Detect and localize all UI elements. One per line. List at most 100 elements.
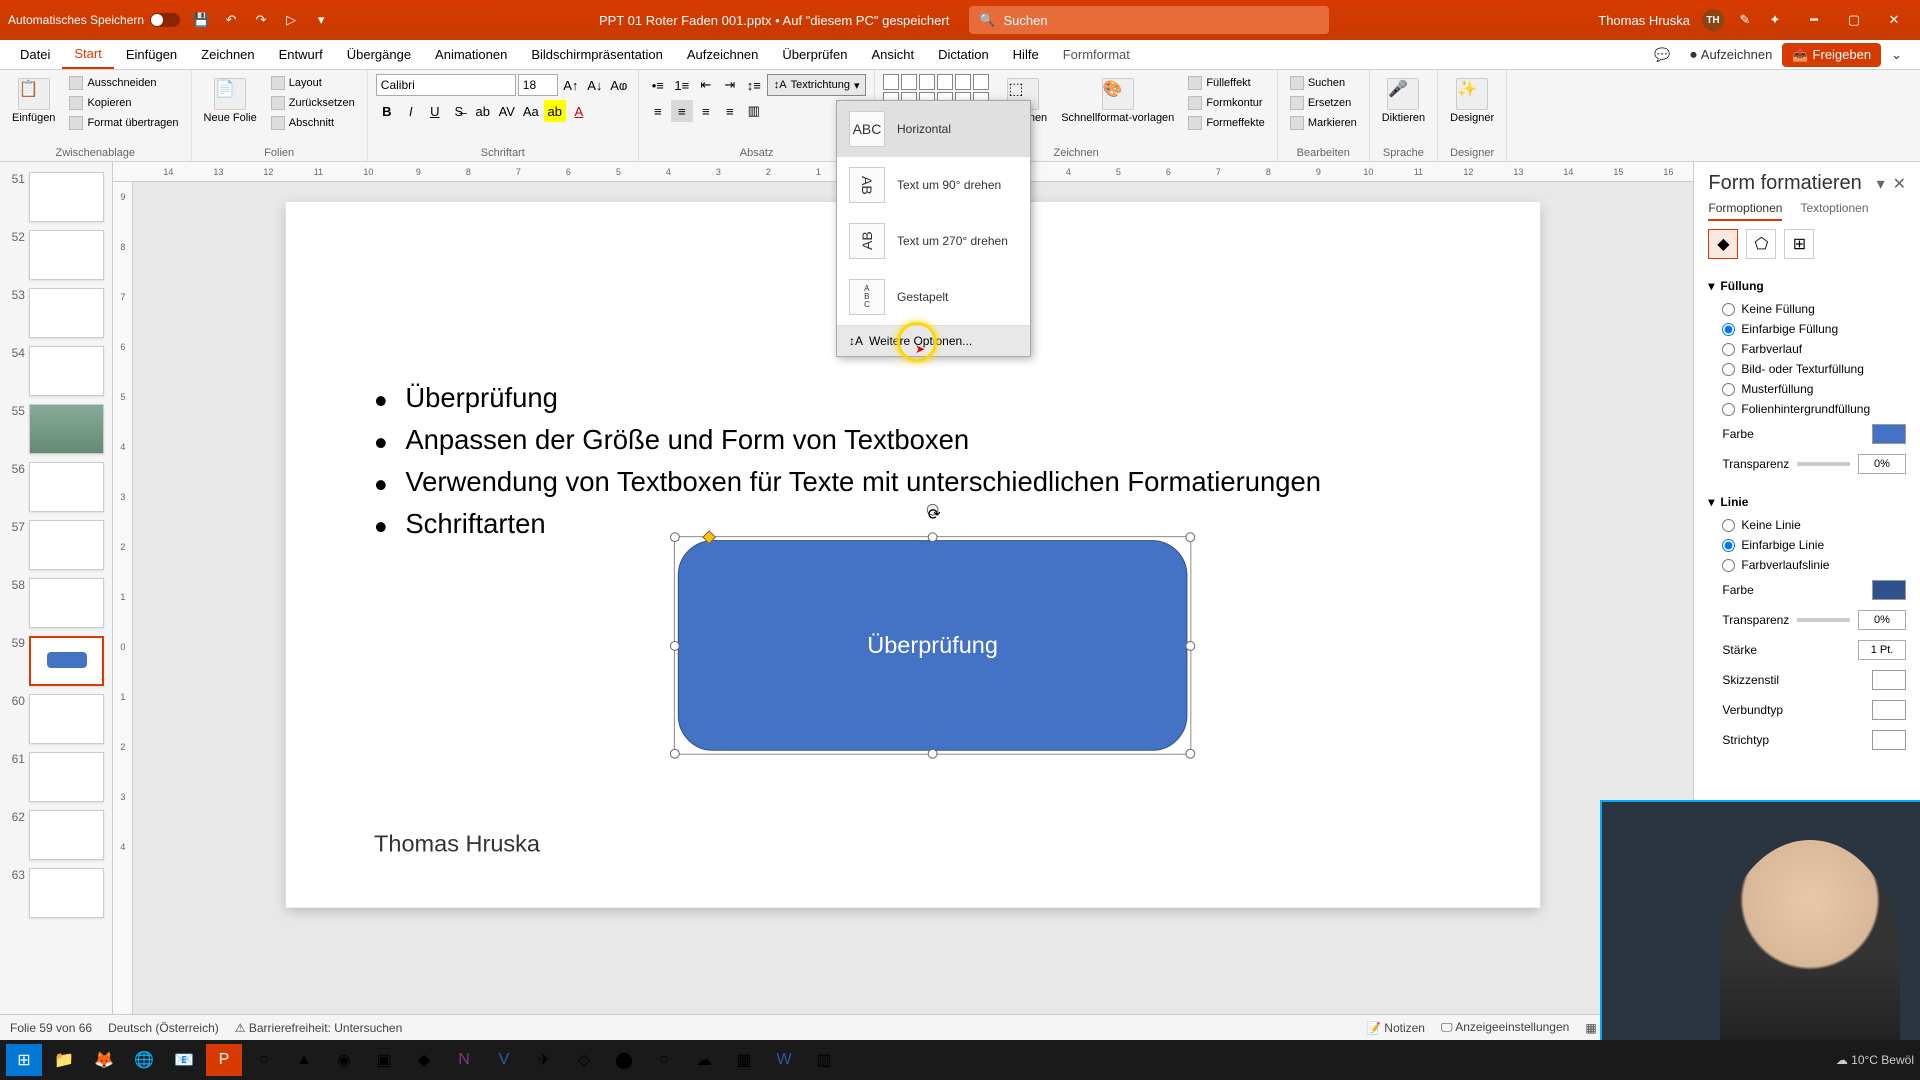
fill-pattern-radio[interactable]: Musterfüllung <box>1708 379 1906 399</box>
tab-formformat[interactable]: Formformat <box>1051 40 1142 69</box>
paste-button[interactable]: 📋Einfügen <box>8 74 59 128</box>
shrink-font-icon[interactable]: A↓ <box>584 74 606 96</box>
line-gradient-radio[interactable]: Farbverlaufslinie <box>1708 555 1906 575</box>
save-icon[interactable]: 💾 <box>192 11 210 29</box>
rounded-rectangle-shape[interactable]: Überprüfung <box>678 540 1188 751</box>
close-button[interactable]: ✕ <box>1876 6 1912 34</box>
compound-type-picker[interactable] <box>1872 700 1906 720</box>
ribbon-collapse-icon[interactable]: ⌄ <box>1881 43 1912 67</box>
fill-transparency-slider[interactable] <box>1797 462 1850 466</box>
display-settings-button[interactable]: 🖵 Anzeigeeinstellungen <box>1441 1020 1569 1035</box>
tab-zeichnen[interactable]: Zeichnen <box>189 40 266 69</box>
fill-slidebg-radio[interactable]: Folienhintergrundfüllung <box>1708 399 1906 419</box>
thumb-56[interactable] <box>29 462 104 512</box>
find-button[interactable]: Suchen <box>1286 74 1361 92</box>
search-input[interactable]: 🔍 Suchen <box>969 6 1329 34</box>
share-button[interactable]: 📤 Freigeben <box>1782 43 1881 67</box>
tab-dictation[interactable]: Dictation <box>926 40 1001 69</box>
vlc-icon[interactable]: ▲ <box>286 1044 322 1076</box>
word-icon[interactable]: W <box>766 1044 802 1076</box>
obs-icon[interactable]: ⬤ <box>606 1044 642 1076</box>
format-painter-button[interactable]: Format übertragen <box>65 114 182 132</box>
new-slide-button[interactable]: 📄Neue Folie <box>200 74 261 128</box>
line-spacing-button[interactable]: ↕≡ <box>743 74 765 96</box>
tab-datei[interactable]: Datei <box>8 40 62 69</box>
pane-close-icon[interactable]: ✕ <box>1893 174 1906 194</box>
outlook-icon[interactable]: 📧 <box>166 1044 202 1076</box>
qat-more-icon[interactable]: ▾ <box>312 11 330 29</box>
thumb-60[interactable] <box>29 694 104 744</box>
slide-counter[interactable]: Folie 59 von 66 <box>10 1021 92 1035</box>
fill-gradient-radio[interactable]: Farbverlauf <box>1708 339 1906 359</box>
numbering-button[interactable]: 1≡ <box>671 74 693 96</box>
section-button[interactable]: Abschnitt <box>267 114 359 132</box>
text-direction-button[interactable]: ↕A Textrichtung ▾ <box>767 74 867 96</box>
app-icon[interactable]: ○ <box>246 1044 282 1076</box>
textdir-more-options[interactable]: ↕A Weitere Optionen... ➤ <box>837 325 1030 356</box>
handle-bottom-right[interactable] <box>1186 749 1196 759</box>
tab-uebergaenge[interactable]: Übergänge <box>335 40 423 69</box>
line-solid-radio[interactable]: Einfarbige Linie <box>1708 535 1906 555</box>
textdir-horizontal[interactable]: ABC Horizontal <box>837 101 1030 157</box>
bullets-button[interactable]: •≡ <box>647 74 669 96</box>
thumb-58[interactable] <box>29 578 104 628</box>
visio-icon[interactable]: V <box>486 1044 522 1076</box>
justify-button[interactable]: ≡ <box>719 100 741 122</box>
line-transparency-input[interactable] <box>1858 610 1906 630</box>
pen-icon[interactable]: ✎ <box>1736 11 1754 29</box>
char-spacing-button[interactable]: AV <box>496 100 518 122</box>
app-icon-8[interactable]: ▦ <box>726 1044 762 1076</box>
cut-button[interactable]: Ausschneiden <box>65 74 182 92</box>
quick-styles-button[interactable]: 🎨Schnellformat-vorlagen <box>1057 74 1178 128</box>
record-button[interactable]: ⏺ Aufzeichnen <box>1680 43 1782 67</box>
language-indicator[interactable]: Deutsch (Österreich) <box>108 1021 219 1035</box>
fill-solid-radio[interactable]: Einfarbige Füllung <box>1708 319 1906 339</box>
app-icon-2[interactable]: ◉ <box>326 1044 362 1076</box>
firefox-icon[interactable]: 🦊 <box>86 1044 122 1076</box>
user-name[interactable]: Thomas Hruska <box>1598 13 1690 28</box>
handle-bottom-left[interactable] <box>670 749 680 759</box>
thumb-55[interactable] <box>29 404 104 454</box>
shape-fill-button[interactable]: Fülleffekt <box>1184 74 1269 92</box>
file-explorer-icon[interactable]: 📁 <box>46 1044 82 1076</box>
fill-line-icon[interactable]: ◆ <box>1708 229 1738 259</box>
line-width-input[interactable] <box>1858 640 1906 660</box>
align-left-button[interactable]: ≡ <box>647 100 669 122</box>
tab-einfuegen[interactable]: Einfügen <box>114 40 189 69</box>
app-icon-9[interactable]: ▥ <box>806 1044 842 1076</box>
align-center-button[interactable]: ≡ <box>671 100 693 122</box>
shape-outline-button[interactable]: Formkontur <box>1184 94 1269 112</box>
onenote-icon[interactable]: N <box>446 1044 482 1076</box>
grow-font-icon[interactable]: A↑ <box>560 74 582 96</box>
textdir-rotate-90[interactable]: AB Text um 90° drehen <box>837 157 1030 213</box>
maximize-button[interactable]: ▢ <box>1836 6 1872 34</box>
align-right-button[interactable]: ≡ <box>695 100 717 122</box>
change-case-button[interactable]: Aa <box>520 100 542 122</box>
dash-type-picker[interactable] <box>1872 730 1906 750</box>
slide-thumbnails[interactable]: 51 52 53 54 55 56 57 58 59 60 61 62 63 <box>0 162 113 1014</box>
sketch-style-picker[interactable] <box>1872 670 1906 690</box>
weather-widget[interactable]: ☁ 10°C Bewöl <box>1836 1053 1914 1067</box>
reset-button[interactable]: Zurücksetzen <box>267 94 359 112</box>
telegram-icon[interactable]: ✈ <box>526 1044 562 1076</box>
thumb-61[interactable] <box>29 752 104 802</box>
thumb-59[interactable] <box>29 636 104 686</box>
thumb-63[interactable] <box>29 868 104 918</box>
thumb-54[interactable] <box>29 346 104 396</box>
columns-button[interactable]: ▥ <box>743 100 765 122</box>
thumb-62[interactable] <box>29 810 104 860</box>
fill-picture-radio[interactable]: Bild- oder Texturfüllung <box>1708 359 1906 379</box>
start-from-beginning-icon[interactable]: ▷ <box>282 11 300 29</box>
thumb-53[interactable] <box>29 288 104 338</box>
app-icon-6[interactable]: ○ <box>646 1044 682 1076</box>
author-text[interactable]: Thomas Hruska <box>374 831 540 858</box>
app-icon-3[interactable]: ▣ <box>366 1044 402 1076</box>
app-icon-4[interactable]: ◆ <box>406 1044 442 1076</box>
undo-icon[interactable]: ↶ <box>222 11 240 29</box>
thumb-51[interactable] <box>29 172 104 222</box>
designer-button[interactable]: ✨Designer <box>1446 74 1498 128</box>
strikethrough-button[interactable]: S̶ <box>448 100 470 122</box>
select-button[interactable]: Markieren <box>1286 114 1361 132</box>
comments-button[interactable]: 💬 <box>1644 43 1680 67</box>
font-name-select[interactable] <box>376 74 516 96</box>
